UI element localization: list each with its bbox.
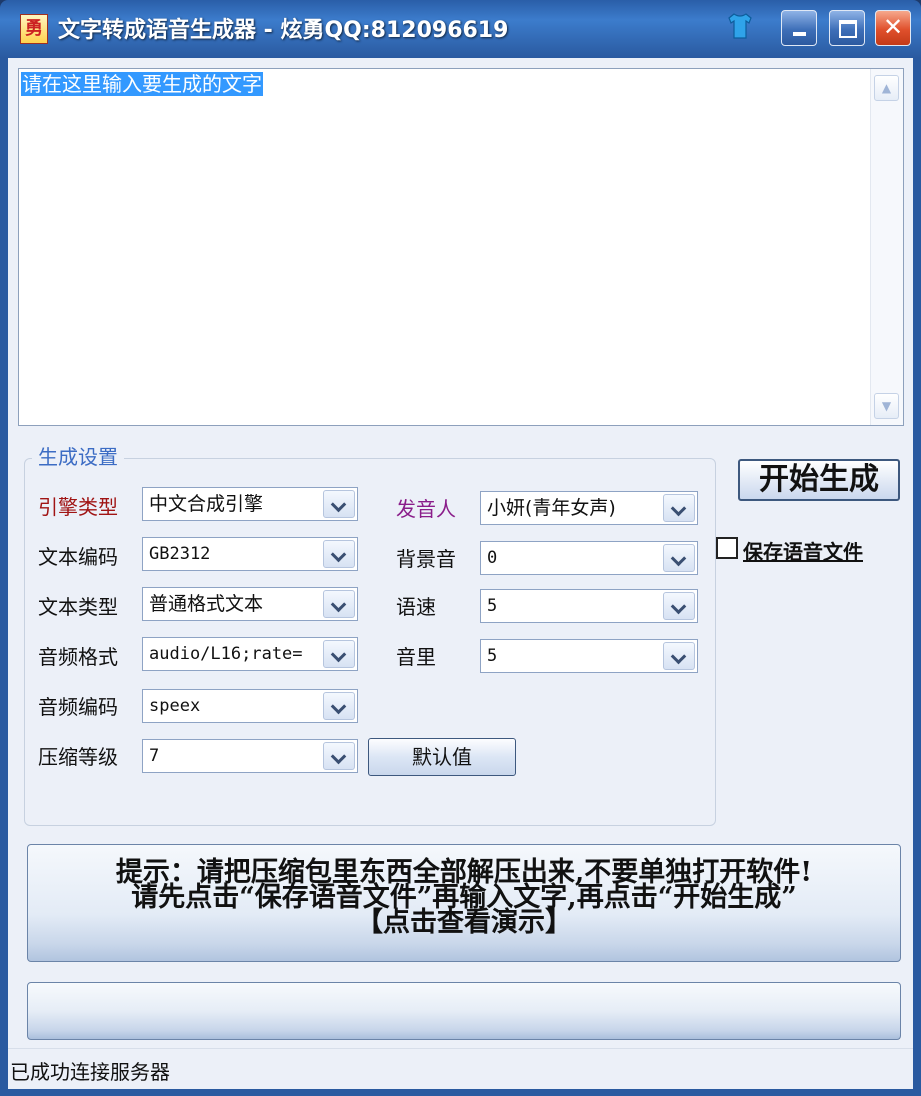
- chevron-down-icon[interactable]: [323, 742, 355, 770]
- engine-value: 中文合成引擎: [149, 493, 264, 515]
- shirt-icon[interactable]: [727, 12, 753, 40]
- volume-select[interactable]: 5: [480, 639, 698, 673]
- text-type-select[interactable]: 普通格式文本: [142, 587, 358, 621]
- chevron-down-icon[interactable]: [663, 544, 695, 572]
- client-area: 请在这里输入要生成的文字 ▲ ▼ 生成设置 引擎类型 中文合成引擎 文本编码 G…: [8, 58, 913, 1089]
- minimize-icon[interactable]: [781, 10, 817, 46]
- tip-line-3: 【点击查看演示】: [356, 907, 572, 938]
- chevron-down-icon[interactable]: [663, 494, 695, 522]
- chevron-down-icon[interactable]: [323, 490, 355, 518]
- audio-codec-select[interactable]: speex: [142, 689, 358, 723]
- audio-codec-label: 音频编码: [38, 695, 118, 719]
- audio-format-select[interactable]: audio/L16;rate=: [142, 637, 358, 671]
- save-audio-checkbox[interactable]: [716, 537, 738, 559]
- background-label: 背景音: [396, 547, 456, 571]
- background-value: 0: [487, 548, 498, 568]
- encoding-label: 文本编码: [38, 545, 118, 569]
- scroll-up-icon[interactable]: ▲: [874, 75, 899, 101]
- vertical-scrollbar[interactable]: ▲ ▼: [870, 69, 903, 425]
- chevron-down-icon[interactable]: [323, 590, 355, 618]
- speed-value: 5: [487, 596, 498, 616]
- compression-select[interactable]: 7: [142, 739, 358, 773]
- speaker-label: 发音人: [396, 497, 456, 521]
- speaker-select[interactable]: 小妍(青年女声): [480, 491, 698, 525]
- engine-label: 引擎类型: [38, 495, 118, 519]
- chevron-down-icon[interactable]: [323, 692, 355, 720]
- volume-value: 5: [487, 646, 498, 666]
- app-window: 勇 文字转成语音生成器 - 炫勇QQ:812096619 ✕ 请在这里输入要生成…: [0, 0, 921, 1096]
- compression-label: 压缩等级: [38, 745, 118, 769]
- chevron-down-icon[interactable]: [323, 640, 355, 668]
- window-title: 文字转成语音生成器 - 炫勇QQ:812096619: [58, 18, 509, 43]
- background-select[interactable]: 0: [480, 541, 698, 575]
- text-input-area[interactable]: 请在这里输入要生成的文字 ▲ ▼: [18, 68, 904, 426]
- scroll-down-icon[interactable]: ▼: [874, 393, 899, 419]
- status-text: 已成功连接服务器: [10, 1060, 170, 1084]
- tip-banner-button[interactable]: 提示：请把压缩包里东西全部解压出来,不要单独打开软件! 请先点击“保存语音文件”…: [27, 844, 901, 962]
- save-audio-label[interactable]: 保存语音文件: [743, 536, 863, 565]
- engine-select[interactable]: 中文合成引擎: [142, 487, 358, 521]
- maximize-icon[interactable]: [829, 10, 865, 46]
- chevron-down-icon[interactable]: [663, 592, 695, 620]
- chevron-down-icon[interactable]: [323, 540, 355, 568]
- speed-label: 语速: [396, 595, 436, 619]
- audio-codec-value: speex: [149, 696, 201, 716]
- start-generate-button[interactable]: 开始生成: [738, 459, 900, 501]
- title-bar[interactable]: 勇 文字转成语音生成器 - 炫勇QQ:812096619 ✕: [0, 0, 921, 58]
- audio-format-value: audio/L16;rate=: [149, 644, 303, 664]
- encoding-select[interactable]: GB2312: [142, 537, 358, 571]
- compression-value: 7: [149, 746, 160, 766]
- speed-select[interactable]: 5: [480, 589, 698, 623]
- volume-label: 音里: [396, 645, 436, 669]
- close-icon[interactable]: ✕: [875, 10, 911, 46]
- default-values-button[interactable]: 默认值: [368, 738, 516, 776]
- encoding-value: GB2312: [149, 544, 211, 564]
- input-text[interactable]: 请在这里输入要生成的文字: [21, 72, 263, 96]
- chevron-down-icon[interactable]: [663, 642, 695, 670]
- audio-format-label: 音频格式: [38, 645, 118, 669]
- text-type-label: 文本类型: [38, 595, 118, 619]
- settings-group-title: 生成设置: [32, 441, 124, 470]
- progress-bar: [27, 982, 901, 1040]
- speaker-value: 小妍(青年女声): [487, 497, 616, 519]
- status-bar: 已成功连接服务器: [8, 1048, 913, 1089]
- app-icon[interactable]: 勇: [20, 14, 48, 44]
- text-type-value: 普通格式文本: [149, 593, 264, 615]
